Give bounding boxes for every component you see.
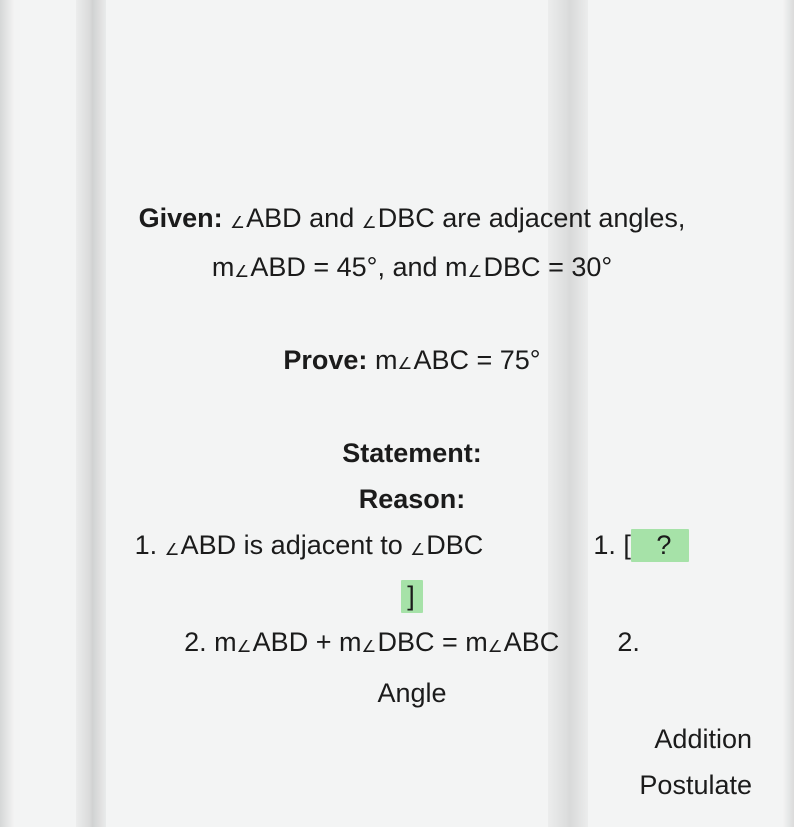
measure-eq1: = 45°, and m (306, 252, 468, 282)
angle-symbol: ∠ (361, 624, 376, 670)
given-line-2: m∠ABD = 45°, and m∠DBC = 30° (62, 245, 762, 294)
angle-dbc-2: DBC (484, 252, 541, 282)
angle-symbol: ∠ (230, 201, 245, 245)
row1-reason-blank[interactable]: ? (631, 529, 690, 562)
page-shadow-left (0, 0, 18, 827)
angle-dbc: DBC (378, 203, 435, 233)
reason-header: Reason: (359, 484, 466, 514)
measure-eq2: = 30° (541, 252, 613, 282)
angle-symbol: ∠ (468, 250, 483, 294)
row1-angle1: ABD (181, 530, 237, 560)
angle-symbol: ∠ (234, 250, 249, 294)
given-between: and (302, 203, 362, 233)
row2-angle3: ABC (504, 627, 560, 657)
column-headers: Statement: Reason: (62, 430, 762, 522)
proof-row-1: 1. ∠ABD is adjacent to ∠DBC1. [ ? ] (62, 522, 762, 619)
measure-prefix: m (212, 252, 235, 282)
prove-line: Prove: m∠ABC = 75° (62, 338, 762, 387)
prove-suffix: = 75° (469, 345, 541, 375)
angle-symbol: ∠ (488, 624, 503, 670)
angle-symbol: ∠ (397, 342, 412, 386)
page-content: Given: ∠ABD and ∠DBC are adjacent angles… (34, 0, 760, 827)
row2-reason-word2: Addition (654, 724, 752, 754)
row1-reason-close[interactable]: ] (401, 580, 423, 613)
row2-number: 2. m (184, 627, 237, 657)
angle-abd: ABD (246, 203, 302, 233)
statement-header: Statement: (342, 438, 482, 468)
row2-reason-word3: Postulate (639, 770, 752, 800)
given-label: Given: (139, 203, 223, 233)
page-shadow-right (780, 0, 794, 827)
angle-symbol: ∠ (410, 527, 425, 573)
proof-row-2: 2. m∠ABD + m∠DBC = m∠ABC2.Angle (62, 619, 762, 716)
row2-angle1: ABD (253, 627, 309, 657)
prove-prefix: m (367, 345, 397, 375)
proof-body: Given: ∠ABD and ∠DBC are adjacent angles… (62, 196, 762, 808)
angle-symbol: ∠ (165, 527, 180, 573)
row2-eq: = m (435, 627, 488, 657)
proof-row-2-reason-continued: Addition Postulate (62, 716, 762, 808)
angle-abd-2: ABD (250, 252, 306, 282)
row2-angle2: DBC (377, 627, 434, 657)
prove-label: Prove: (283, 345, 367, 375)
given-after: are adjacent angles, (435, 203, 686, 233)
row1-number: 1. (135, 530, 165, 560)
angle-abc: ABC (413, 345, 469, 375)
row2-reason-number: 2. (617, 627, 640, 657)
angle-symbol: ∠ (362, 201, 377, 245)
row1-mid: is adjacent to (236, 530, 410, 560)
row1-angle2: DBC (426, 530, 483, 560)
angle-symbol: ∠ (237, 624, 252, 670)
given-line-1: Given: ∠ABD and ∠DBC are adjacent angles… (62, 196, 762, 245)
row1-reason-number: 1. (593, 530, 623, 560)
row1-reason-open: [ (623, 530, 631, 560)
row2-reason-word1: Angle (377, 678, 446, 708)
row2-plus: + m (308, 627, 361, 657)
